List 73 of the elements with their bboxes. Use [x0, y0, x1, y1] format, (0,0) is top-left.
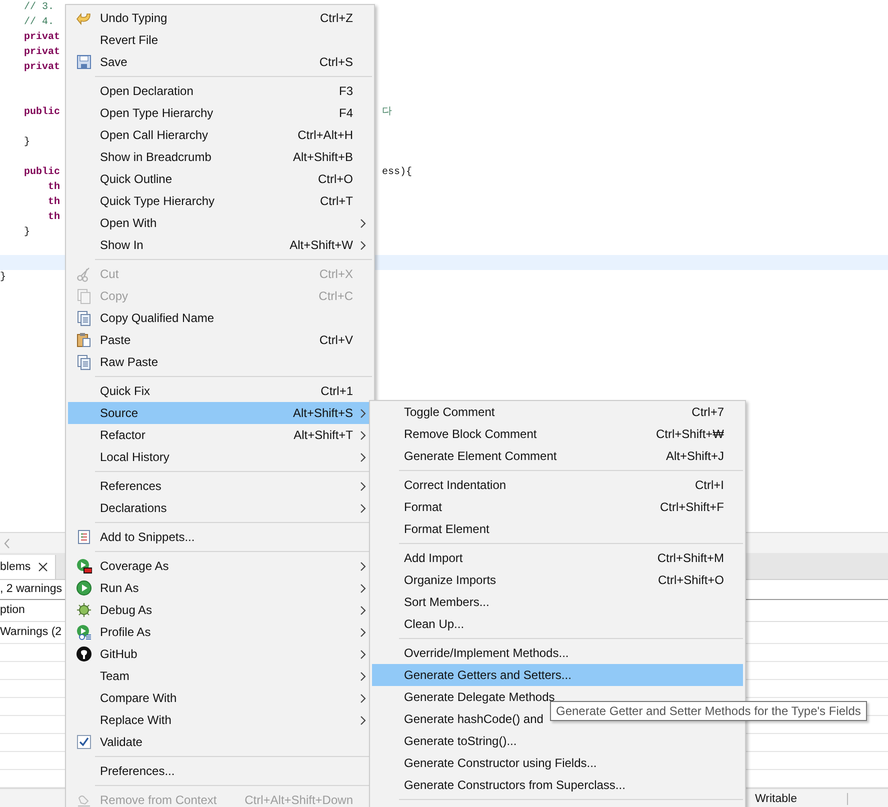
code-line: th	[47, 210, 60, 225]
code-line: public	[23, 106, 60, 120]
menu-item[interactable]: Debug As	[68, 599, 372, 621]
clipboard-icon	[76, 332, 92, 348]
menu-item[interactable]: Quick Outline Ctrl+O	[68, 168, 372, 190]
code-line: // 4.	[23, 16, 54, 30]
menu-item[interactable]: Run As	[68, 577, 372, 599]
bug-icon	[76, 602, 92, 618]
pages-icon	[76, 310, 92, 326]
scissors-icon	[76, 266, 92, 282]
menu-item[interactable]: Open With	[68, 212, 372, 234]
document-icon	[76, 529, 92, 545]
menu-item[interactable]: Copy Qualified Name	[68, 307, 372, 329]
run-profile-icon	[76, 624, 92, 640]
menu-item[interactable]: Generate Getters and Setters...	[372, 664, 743, 686]
menu-item[interactable]: Raw Paste	[68, 351, 372, 373]
status-text: Writable	[755, 792, 848, 804]
menu-item[interactable]: Save Ctrl+S	[68, 51, 372, 73]
menu-item[interactable]: Revert File	[68, 29, 372, 51]
code-line: ess){	[382, 166, 412, 180]
run-icon	[76, 580, 92, 596]
menu-item[interactable]: Generate Constructors from Superclass...	[372, 774, 743, 796]
undo-icon	[76, 10, 92, 26]
menu-item[interactable]: Validate	[68, 731, 372, 753]
code-line: privat	[23, 60, 60, 75]
menu-item[interactable]: Quick Type Hierarchy Ctrl+T	[68, 190, 372, 212]
menu-item[interactable]: Add Import Ctrl+Shift+M	[372, 547, 743, 569]
menu-item[interactable]: Refactor Alt+Shift+T	[68, 424, 372, 446]
github-icon	[76, 646, 92, 662]
menu-item[interactable]: Source Alt+Shift+S	[68, 402, 372, 424]
menu-item[interactable]: Quick Fix Ctrl+1	[68, 380, 372, 402]
menu-item[interactable]: Generate toString()...	[372, 730, 743, 752]
tooltip: Generate Getter and Setter Methods for the Type's Fields	[550, 701, 867, 721]
menu-item[interactable]: Show in Breadcrumb Alt+Shift+B	[68, 146, 372, 168]
menu-item[interactable]: Remove Block Comment Ctrl+Shift+₩	[372, 423, 743, 445]
menu-item[interactable]: Team	[68, 665, 372, 687]
menu-item[interactable]: Open Call Hierarchy Ctrl+Alt+H	[68, 124, 372, 146]
code-line: }	[0, 270, 6, 285]
menu-item[interactable]: Override/Implement Methods...	[372, 642, 743, 664]
close-icon	[36, 561, 49, 573]
menu-item[interactable]: References	[68, 475, 372, 497]
code-line: privat	[23, 46, 60, 60]
menu-item[interactable]: Format Ctrl+Shift+F	[372, 496, 743, 518]
menu-item[interactable]: Local History	[68, 446, 372, 468]
menu-item[interactable]: Open Type Hierarchy F4	[68, 102, 372, 124]
menu-item[interactable]: Preferences...	[68, 760, 372, 782]
menu-item[interactable]: Generate Constructor using Fields...	[372, 752, 743, 774]
code-line: 다	[382, 106, 392, 120]
menu-item[interactable]: Coverage As	[68, 555, 372, 577]
menu-item[interactable]: Generate Element Comment Alt+Shift+J	[372, 445, 743, 467]
code-line: }	[23, 136, 30, 150]
menu-item[interactable]: GitHub	[68, 643, 372, 665]
menu-item[interactable]: Show In Alt+Shift+W	[68, 234, 372, 256]
menu-item[interactable]: Paste Ctrl+V	[68, 329, 372, 351]
scroll-left-icon	[3, 538, 11, 548]
menu-item[interactable]: Undo Typing Ctrl+Z	[68, 7, 372, 29]
code-line: privat	[23, 30, 60, 45]
code-line: // 3.	[23, 0, 54, 15]
menu-item[interactable]: Profile As	[68, 621, 372, 643]
menu-item[interactable]: Compare With	[68, 687, 372, 709]
menu-item[interactable]: Toggle Comment Ctrl+7	[372, 401, 743, 423]
menu-item[interactable]: Correct Indentation Ctrl+I	[372, 474, 743, 496]
code-line: th	[47, 196, 60, 210]
code-line: }	[23, 226, 30, 240]
problems-tab[interactable]: blems	[0, 555, 56, 579]
menu-item[interactable]: Open Declaration F3	[68, 80, 372, 102]
code-line: public	[23, 166, 60, 180]
run-coverage-icon	[76, 558, 92, 574]
pages-icon	[76, 288, 92, 304]
menu-item[interactable]: Replace With	[68, 709, 372, 731]
pages-icon	[76, 354, 92, 370]
code-line: th	[47, 180, 60, 195]
menu-item[interactable]: Declarations	[68, 497, 372, 519]
